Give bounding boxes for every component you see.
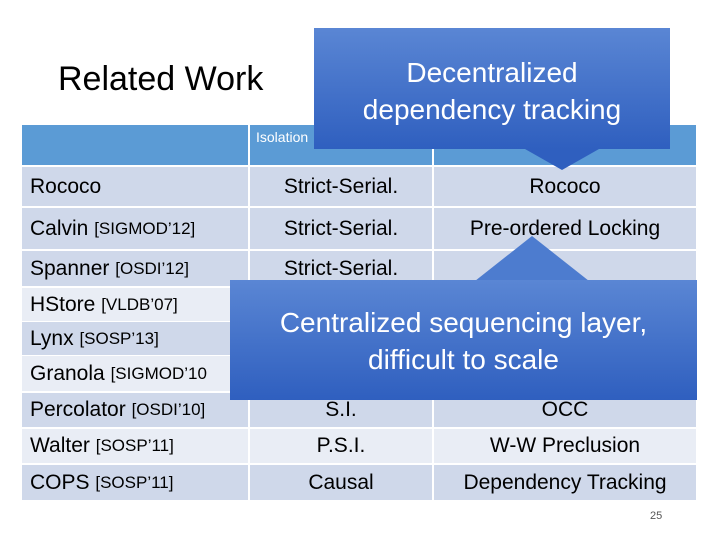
- table-row: COPS [SOSP’11] Causal Dependency Tracking: [22, 465, 696, 500]
- system-name: COPS: [30, 470, 90, 494]
- system-cell: Walter [SOSP’11]: [22, 429, 250, 463]
- callout-line: dependency tracking: [362, 94, 622, 125]
- callout-pointer: [525, 149, 599, 170]
- callout-line: Centralized sequencing layer,: [279, 307, 648, 338]
- system-name: Percolator: [30, 398, 126, 421]
- approach-cell: Dependency Tracking: [434, 465, 696, 500]
- callout-decentralized: Decentralized dependency tracking: [314, 28, 670, 149]
- system-ref: [OSDI’10]: [131, 400, 206, 419]
- table-row: Rococo Strict-Serial. Rococo: [22, 167, 696, 206]
- system-ref: [VLDB’07]: [101, 294, 178, 314]
- system-cell: Calvin [SIGMOD’12]: [22, 208, 250, 249]
- system-name: Walter: [30, 434, 90, 457]
- isolation-cell: Causal: [250, 465, 434, 500]
- system-name: Rococo: [30, 174, 102, 198]
- system-name: Lynx: [30, 326, 74, 350]
- system-cell: COPS [SOSP’11]: [22, 465, 250, 500]
- system-cell: Granola [SIGMOD’10: [22, 356, 250, 391]
- table-row: Walter [SOSP’11] P.S.I. W-W Preclusion: [22, 429, 696, 463]
- system-name: Calvin: [30, 216, 89, 240]
- callout-line: difficult to scale: [368, 344, 559, 375]
- system-name: HStore: [30, 292, 96, 316]
- system-ref: [SOSP’11]: [95, 436, 174, 455]
- slide-title: Related Work: [58, 60, 264, 98]
- isolation-cell: P.S.I.: [250, 429, 434, 463]
- page-number: 25: [650, 510, 663, 522]
- isolation-cell: Strict-Serial.: [250, 167, 434, 206]
- callout-pointer: [475, 236, 589, 281]
- approach-cell: Rococo: [434, 167, 696, 206]
- callout-line: Decentralized: [406, 57, 578, 88]
- system-ref: [SIGMOD’10: [110, 363, 207, 383]
- system-ref: [OSDI’12]: [115, 258, 189, 278]
- header-cell: [22, 125, 250, 165]
- system-ref: [SIGMOD’12]: [94, 218, 196, 238]
- system-cell: Rococo: [22, 167, 250, 206]
- approach-cell: W-W Preclusion: [434, 429, 696, 463]
- system-name: Granola: [30, 361, 105, 385]
- system-cell: Percolator [OSDI’10]: [22, 393, 250, 427]
- table-row: Calvin [SIGMOD’12] Strict-Serial. Pre-orde…: [22, 208, 696, 249]
- system-cell: Lynx [SOSP’13]: [22, 322, 250, 355]
- system-ref: [SOSP’11]: [95, 472, 174, 492]
- system-name: Spanner: [30, 256, 110, 280]
- system-cell: HStore [VLDB’07]: [22, 288, 250, 321]
- system-cell: Spanner [OSDI’12]: [22, 251, 250, 286]
- callout-centralized: Centralized sequencing layer, difficult …: [230, 280, 697, 400]
- isolation-cell: Strict-Serial.: [250, 208, 434, 249]
- system-ref: [SOSP’13]: [79, 328, 159, 348]
